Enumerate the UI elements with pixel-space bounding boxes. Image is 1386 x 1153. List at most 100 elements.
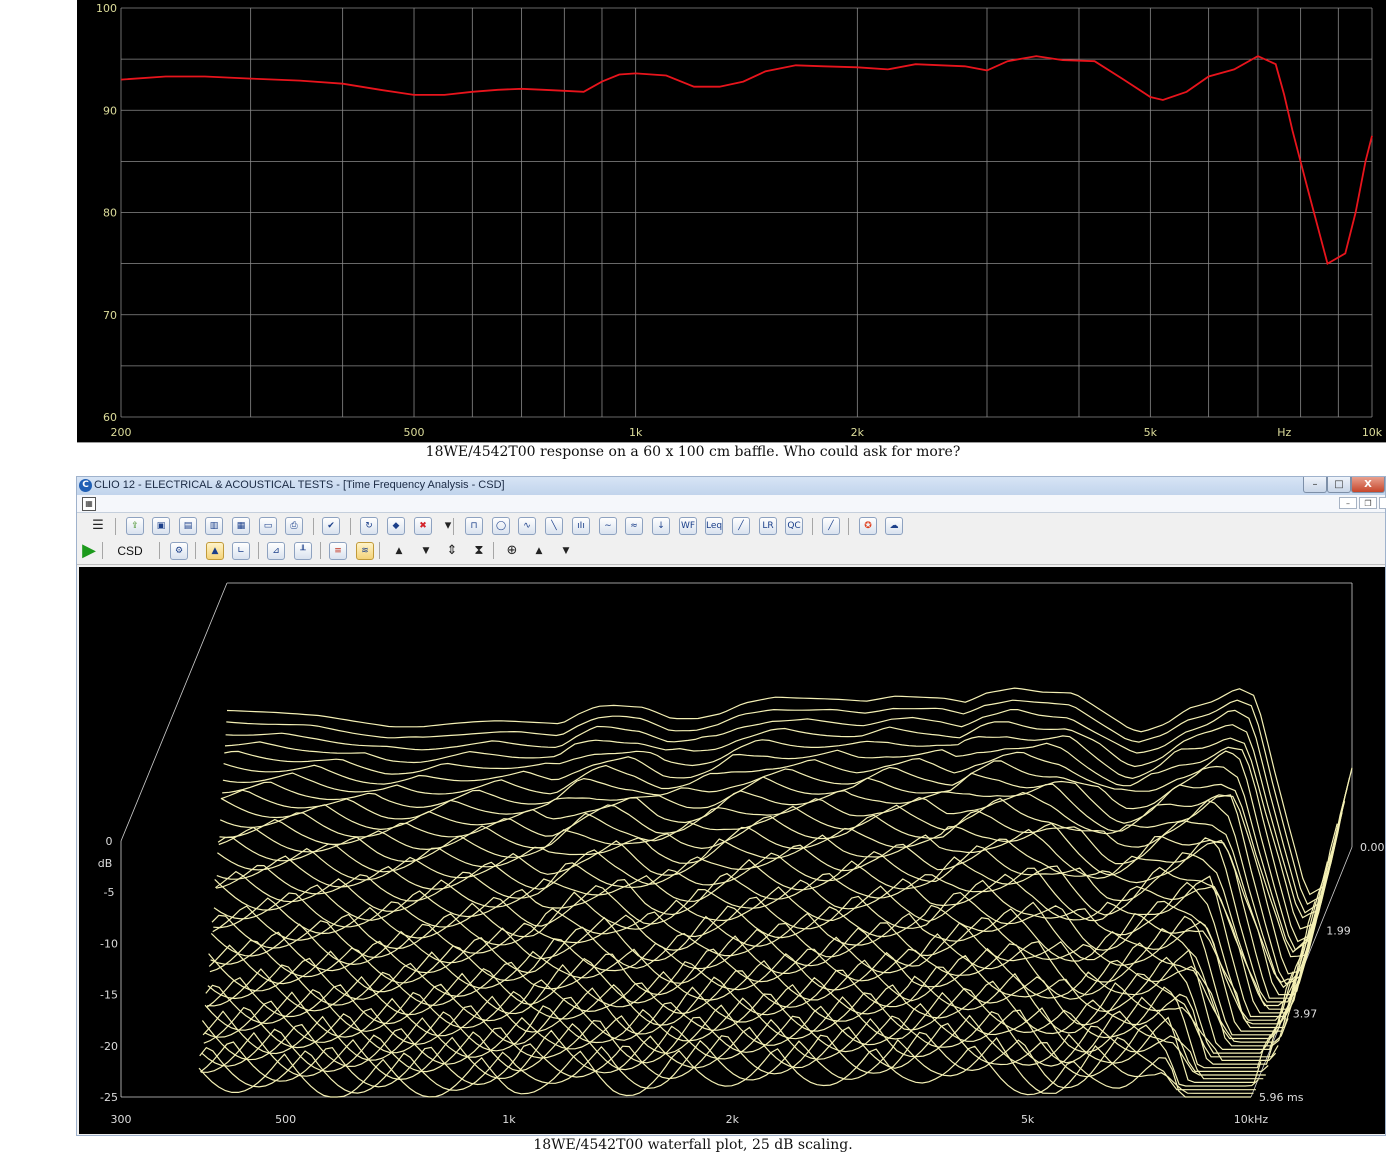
minimize-button[interactable]: – (1303, 477, 1327, 493)
save-as-icon[interactable]: ▤ (179, 517, 197, 535)
db-tick-label: -15 (100, 989, 118, 1002)
freq-tick-label: 2k (726, 1113, 740, 1126)
toolbar-separator (258, 542, 259, 559)
chart-steps-icon[interactable]: ╨ (294, 542, 312, 560)
toolbar-separator (102, 542, 103, 559)
leq-icon[interactable]: Leq (705, 517, 723, 535)
help-lifebuoy-icon[interactable]: ✪ (859, 517, 877, 535)
arrow-down-icon[interactable]: ▼ (417, 542, 435, 560)
frequency-response-svg: 60 70 80 90 100 200 500 1k 2k 5k Hz 10k (96, 2, 1383, 439)
db-tick-label: 0 (106, 835, 113, 848)
mdi-close-button[interactable]: x (1379, 497, 1386, 509)
toolbar-separator (115, 518, 116, 535)
play-icon[interactable]: ▶ (80, 542, 98, 560)
title-bar: C CLIO 12 - ELECTRICAL & ACOUSTICAL TEST… (77, 477, 1385, 495)
x-tick-label: 1k (629, 426, 643, 439)
freq-tick-label: 10kHz (1234, 1113, 1269, 1126)
time-tick-label: 5.96 ms (1259, 1091, 1304, 1104)
csd-slice-line (213, 879, 1304, 1021)
toolbar-separator (848, 518, 849, 535)
fft-icon[interactable]: ıIı (572, 517, 590, 535)
expand-vertical-icon[interactable]: ⇕ (443, 542, 461, 560)
lr-icon[interactable]: LR (759, 517, 777, 535)
checklist-icon[interactable]: ✔ (322, 517, 340, 535)
menu-icon[interactable]: ☰ (89, 517, 107, 535)
cloud-info-icon[interactable]: ☁ (885, 517, 903, 535)
maximize-button[interactable]: □ (1327, 477, 1351, 493)
db-tick-label: -20 (100, 1040, 118, 1053)
main-toolbar: ☰ ⇪ ▣ ▤ ▥ ▦ ▭ ⎙ ✔ ↻ ◆ ✖ ▾ ⊓ ◯ ∿ ╲ ıIı ∼ ≈ ↓ WF Leq ╱ LR QC ╱ ✪ ☁ (77, 513, 1385, 540)
time-tick-label: 0.00 (1360, 841, 1385, 854)
x-tick-label: 5k (1144, 426, 1158, 439)
axes-icon[interactable]: ∟ (232, 542, 250, 560)
settings-icon[interactable]: ⚙ (170, 542, 188, 560)
time-tick-label: 1.99 (1326, 924, 1351, 937)
caption-waterfall: 18WE/4542T00 waterfall plot, 25 dB scali… (533, 1137, 853, 1153)
toolbar-separator (313, 518, 314, 535)
csd-waterfall-svg: 0 -5 -10 -15 -20 -25 dB 300 500 1k 2k 5k 10kHz 0.00 1.… (98, 582, 1385, 1126)
csd-slice-line (226, 687, 1353, 896)
ruler-icon[interactable]: ╱ (822, 517, 840, 535)
csd-slice-line (198, 1045, 1251, 1098)
x-tick-label: 2k (851, 426, 865, 439)
mdi-system-icon[interactable]: ▦ (82, 497, 96, 511)
signal-generator-icon[interactable]: ⊓ (465, 517, 483, 535)
save-icon[interactable]: ▣ (152, 517, 170, 535)
csd-waterfall-chart: 0 -5 -10 -15 -20 -25 dB 300 500 1k 2k 5k 10kHz 0.00 1.… (79, 567, 1385, 1134)
oscilloscope-icon[interactable]: ∿ (518, 517, 536, 535)
chart-up-icon[interactable]: ⊿ (267, 542, 285, 560)
x-tick-label: 500 (404, 426, 425, 439)
arrow-down-icon-2[interactable]: ▼ (557, 542, 575, 560)
y-tick-label: 60 (103, 411, 117, 424)
dropdown-arrow-icon[interactable]: ▾ (439, 517, 457, 535)
mls-icon[interactable]: ≈ (625, 517, 643, 535)
mdi-minimize-button[interactable]: – (1339, 497, 1357, 509)
x-tick-label: 10k (1362, 426, 1383, 439)
close-button[interactable]: X (1351, 477, 1385, 493)
refresh-icon[interactable]: ↻ (360, 517, 378, 535)
toolbar-separator (195, 542, 196, 559)
toolbar-separator (159, 542, 160, 559)
download-icon[interactable]: ↓ (652, 517, 670, 535)
frequency-response-curve (120, 55, 1373, 265)
waterfall-lines-icon[interactable]: ≋ (356, 542, 374, 560)
toolbar-separator (812, 518, 813, 535)
frequency-response-chart: 60 70 80 90 100 200 500 1k 2k 5k Hz 10k (77, 0, 1386, 443)
y-tick-label: 100 (96, 2, 117, 15)
color-scale-icon[interactable]: ≡ (329, 542, 347, 560)
print-icon[interactable]: ⎙ (285, 517, 303, 535)
cursor-target-icon[interactable]: ⊕ (503, 542, 521, 560)
linear-icon[interactable]: ╲ (545, 517, 563, 535)
export-icon[interactable]: ▥ (205, 517, 223, 535)
toolbar-separator (350, 518, 351, 535)
csd-axis-left (120, 582, 228, 842)
db-tick-label: -5 (104, 886, 115, 899)
y-tick-label: 80 (103, 207, 117, 220)
toolbar-separator (453, 518, 454, 535)
freq-tick-label: 1k (502, 1113, 516, 1126)
open-folder-icon[interactable]: ⇪ (126, 517, 144, 535)
waterfall-3d-icon[interactable]: ▲ (206, 542, 224, 560)
wf-icon[interactable]: WF (679, 517, 697, 535)
toolbar-separator (379, 542, 380, 559)
sinusoidal-icon[interactable]: ∼ (599, 517, 617, 535)
csd-mode-label: CSD (117, 544, 143, 558)
compress-vertical-icon[interactable]: ⧗ (470, 542, 488, 560)
multimeter-icon[interactable]: ◯ (492, 517, 510, 535)
eraser-icon[interactable]: ◆ (387, 517, 405, 535)
clio-window: C CLIO 12 - ELECTRICAL & ACOUSTICAL TEST… (76, 476, 1386, 1136)
qc-icon[interactable]: QC (785, 517, 803, 535)
slope-icon[interactable]: ╱ (732, 517, 750, 535)
freq-tick-label: 300 (111, 1113, 132, 1126)
export-image-icon[interactable]: ▦ (232, 517, 250, 535)
notes-icon[interactable]: ▭ (259, 517, 277, 535)
arrow-up-icon[interactable]: ▲ (390, 542, 408, 560)
delete-icon[interactable]: ✖ (414, 517, 432, 535)
clio-logo-icon: C (79, 479, 92, 492)
y-tick-label: 70 (103, 309, 117, 322)
freq-tick-label: 5k (1021, 1113, 1035, 1126)
toolbar-separator (320, 542, 321, 559)
csd-slice-line (201, 1010, 1264, 1080)
arrow-up-icon-2[interactable]: ▲ (530, 542, 548, 560)
mdi-restore-button[interactable]: ❐ (1359, 497, 1377, 509)
